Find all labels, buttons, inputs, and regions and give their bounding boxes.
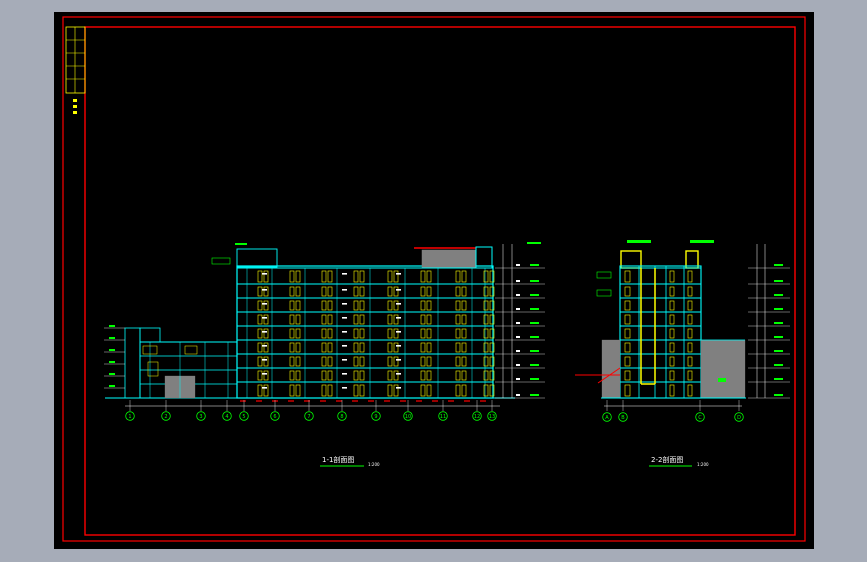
room-label-mark [262,317,267,319]
roof-note-text [627,240,651,243]
level-marker-text [516,264,520,266]
room-label-mark [262,331,267,333]
room-label-mark [342,359,347,361]
level-marker-text [774,280,783,282]
room-label-mark [262,387,267,389]
room-label-mark [342,373,347,375]
room-label-mark [396,273,401,275]
room-label-mark [342,331,347,333]
level-marker-text [109,349,115,351]
room-label-mark [342,387,347,389]
room-label-mark [396,317,401,319]
axis-bubble-label: A [605,415,609,421]
level-marker-text [516,336,520,338]
room-label-mark [396,303,401,305]
room-label-mark [396,359,401,361]
room-label-mark [342,273,347,275]
level-marker-text [530,280,539,282]
room-label-mark [262,289,267,291]
level-marker-text [530,350,539,352]
room-label-mark [396,387,401,389]
section-1-scale: 1:200 [368,462,380,467]
level-marker-text [516,308,520,310]
level-marker-text [774,294,783,296]
level-marker-text [530,378,539,380]
room-label-mark [262,359,267,361]
level-marker-text [774,336,783,338]
room-label-mark [396,373,401,375]
axis-bubble-label: 11 [440,414,446,420]
roof-machine-room [421,249,477,269]
room-label-mark [396,345,401,347]
level-marker-text [109,325,115,327]
axis-bubble-label: 5 [242,414,245,420]
axis-bubble-label: 4 [225,414,228,420]
level-marker-text [109,361,115,363]
level-marker-text [530,364,539,366]
level-marker-text [530,294,539,296]
drawing-sheet [54,12,814,549]
cad-viewport[interactable]: 1-1剖面图 1:200 2-2剖面图 1:200 1 2 3 4 5 6 7 8 9 10 11 1… [0,0,867,562]
section-1-title: 1-1剖面图 [322,455,354,464]
axis-bubble-label: 13 [489,414,495,420]
level-marker-text [774,364,783,366]
axis-bubble-label: D [737,415,741,421]
axis-bubble-label: 6 [273,414,276,420]
left-annex-gray [601,339,621,399]
level-marker-text [774,322,783,324]
level-marker-text [530,394,539,396]
level-marker-text [530,264,539,266]
room-label-mark [262,345,267,347]
axis-bubble-label: 2 [164,414,167,420]
room-label-mark [342,317,347,319]
level-marker-text [774,378,783,380]
axis-bubble-label: 8 [340,414,343,420]
level-marker-text [774,394,783,396]
level-marker-text [516,378,520,380]
room-label-mark [262,303,267,305]
level-marker-text [774,350,783,352]
level-marker-text [109,337,115,339]
room-label-mark [342,289,347,291]
level-marker-text [516,394,520,396]
axis-bubble-label: C [698,415,702,421]
section-2-title: 2-2剖面图 [651,455,683,464]
note-mark [718,378,726,382]
axis-bubble-label: 7 [307,414,310,420]
axis-bubble-label: B [621,415,625,421]
level-marker-text [774,308,783,310]
axis-bubble-label: 9 [374,414,377,420]
level-marker-text [516,350,520,352]
level-marker-text [530,308,539,310]
axis-bubble-label: 10 [405,414,411,420]
axis-bubble-label: 12 [474,414,480,420]
roof-note-text [690,240,714,243]
room-label-mark [262,273,267,275]
level-marker-text [530,322,539,324]
axis-bubble-label: 3 [199,414,202,420]
room-label-mark [342,345,347,347]
level-marker-text [109,385,115,387]
room-label-mark [262,373,267,375]
level-marker-text [109,373,115,375]
level-marker-text [516,294,520,296]
level-marker-text [516,280,520,282]
axis-bubble-label: 1 [128,414,131,420]
level-marker-text [774,264,783,266]
right-annex-gray [700,339,746,399]
top-level-text [527,242,541,244]
level-marker-text [516,322,520,324]
level-marker-text [530,336,539,338]
section-2-scale: 1:200 [697,462,709,467]
roof-note-text [235,243,247,245]
room-label-mark [396,331,401,333]
room-label-mark [396,289,401,291]
level-marker-text [516,364,520,366]
room-label-mark [342,303,347,305]
